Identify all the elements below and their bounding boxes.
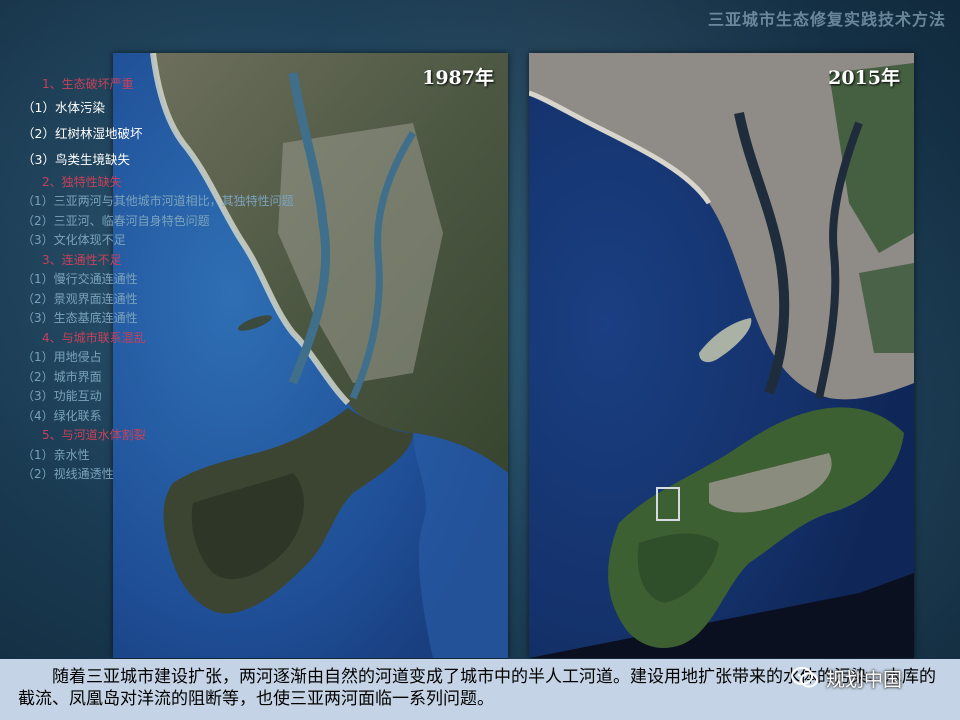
outline-item: （3）鸟类生境缺失 <box>22 151 130 167</box>
outline-section-5: 5、与河道水体割裂 （1）亲水性 （2）视线通透性 <box>22 426 352 485</box>
outline-section-1: 1、生态破坏严重 （1）水体污染 （2）红树林湿地破坏 （3）鸟类生境缺失 <box>22 75 352 173</box>
watermark: 规划中国 <box>790 664 960 692</box>
outline-item: （3）功能互动 <box>22 389 102 403</box>
satellite-image-2015: 2015年 <box>529 53 914 658</box>
outline-item: （2）三亚河、临春河自身特色问题 <box>22 213 210 228</box>
outline-heading: 3、连通性不足 <box>42 252 122 267</box>
year-label-2015: 2015年 <box>828 67 900 89</box>
outline-item: （1）慢行交通连通性 <box>22 272 138 286</box>
outline-item: （1）用地侵占 <box>22 350 102 364</box>
outline-item: （2）城市界面 <box>22 369 102 384</box>
outline-heading: 5、与河道水体割裂 <box>42 428 146 442</box>
outline-item: （2）红树林湿地破坏 <box>22 125 143 141</box>
outline-section-2: 2、独特性缺失 （1）三亚两河与其他城市河道相比，其独特性问题 （2）三亚河、临… <box>22 173 352 251</box>
deck-title: 三亚城市生态修复实践技术方法 <box>707 10 946 29</box>
year-label-1987: 1987年 <box>422 67 494 89</box>
outline-item: （2）景观界面连通性 <box>22 291 138 306</box>
outline-item: （1）水体污染 <box>22 99 105 115</box>
outline-item: （1）三亚两河与其他城市河道相比，其独特性问题 <box>22 194 294 208</box>
outline-item: （3）文化体现不足 <box>22 233 126 247</box>
satellite-2015-drawing <box>529 53 914 658</box>
outline-heading: 4、与城市联系混乱 <box>42 330 146 345</box>
outline-heading: 2、独特性缺失 <box>42 174 122 189</box>
outline-section-3: 3、连通性不足 （1）慢行交通连通性 （2）景观界面连通性 （3）生态基底连通性 <box>22 251 352 329</box>
outline-section-4: 4、与城市联系混乱 （1）用地侵占 （2）城市界面 （3）功能互动 （4）绿化联… <box>22 329 352 427</box>
wechat-icon <box>791 667 818 688</box>
outline-item: （3）生态基底连通性 <box>22 311 138 325</box>
outline-heading: 1、生态破坏严重 <box>42 77 134 91</box>
outline-item: （1）亲水性 <box>22 447 90 462</box>
watermark-text: 规划中国 <box>826 668 903 691</box>
outline-item: （2）视线通透性 <box>22 467 114 481</box>
outline-item: （4）绿化联系 <box>22 408 102 423</box>
problem-outline: 1、生态破坏严重 （1）水体污染 （2）红树林湿地破坏 （3）鸟类生境缺失 2、… <box>22 75 352 485</box>
